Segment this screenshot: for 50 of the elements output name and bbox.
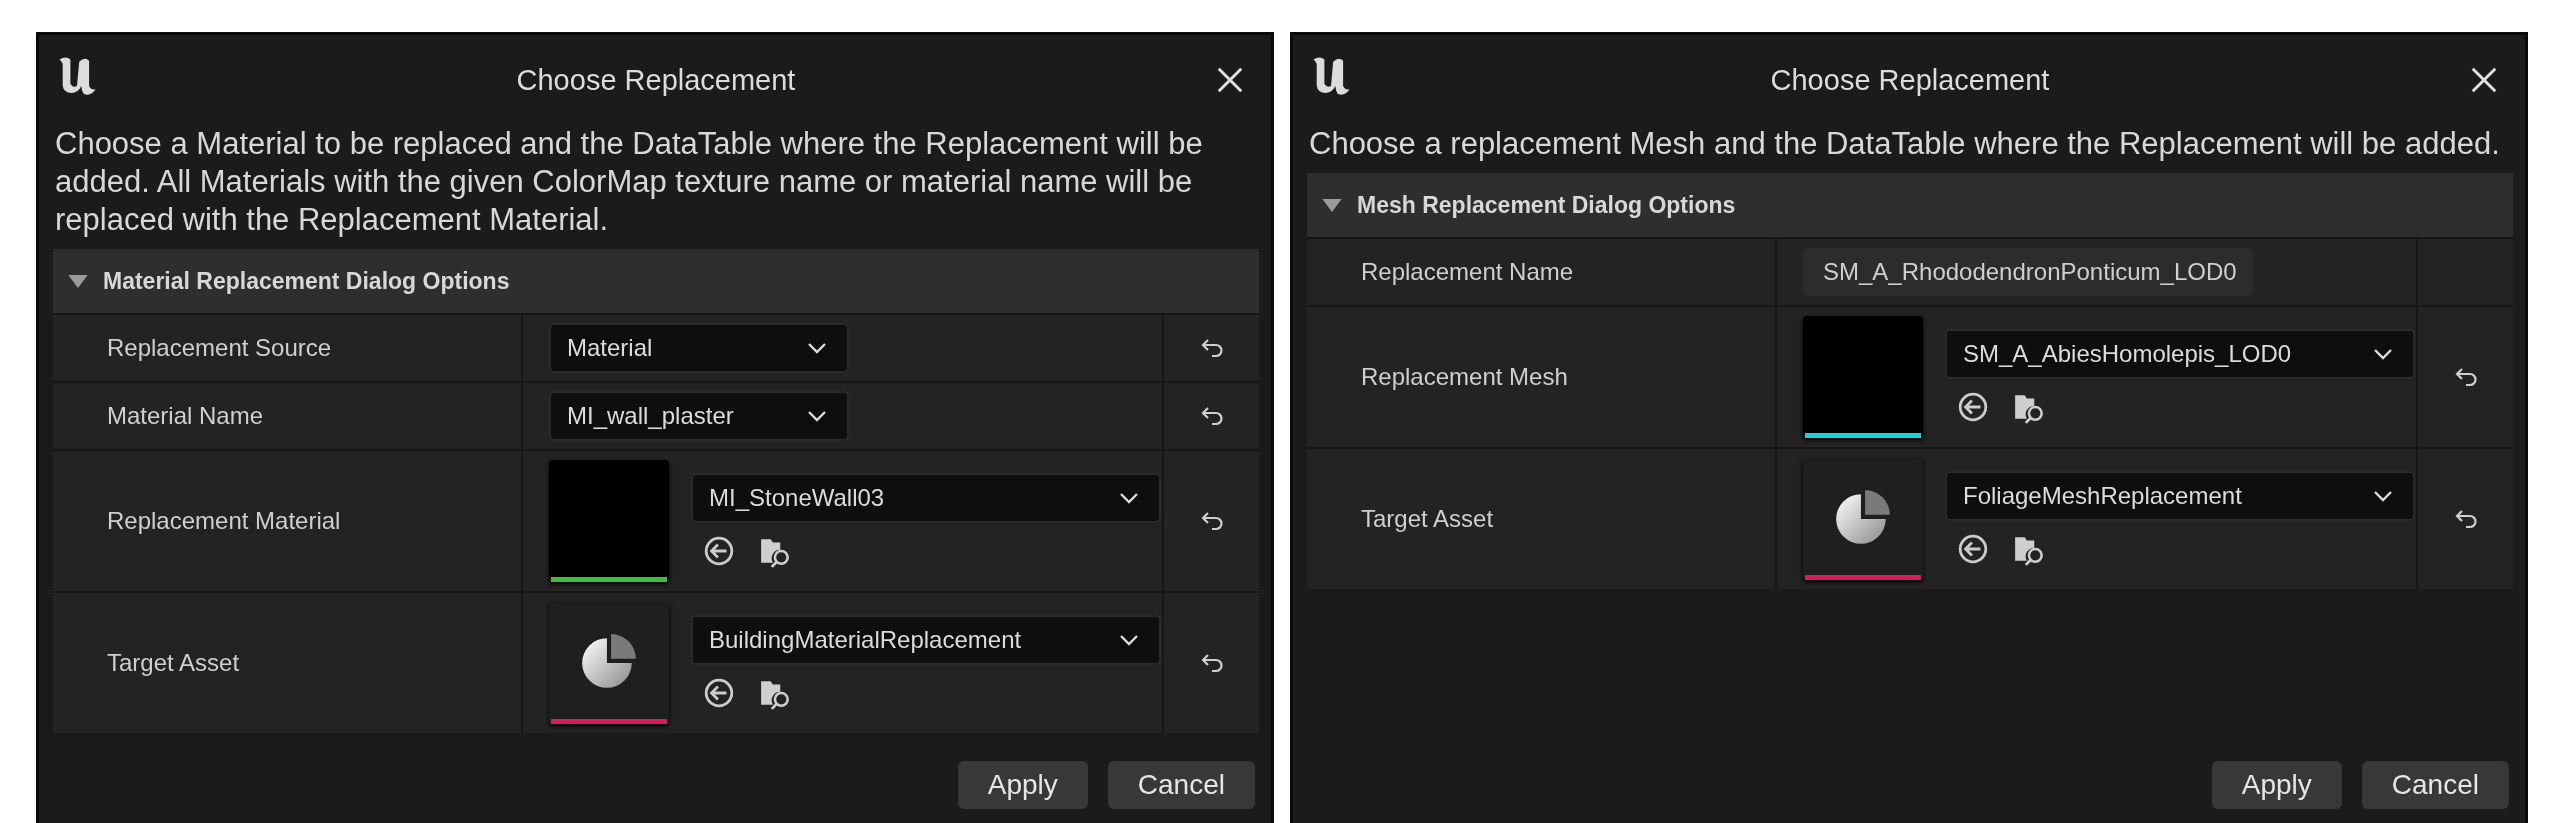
expand-triangle-icon [1321, 197, 1343, 213]
asset-thumbnail[interactable] [549, 602, 669, 724]
use-selected-icon[interactable] [703, 535, 735, 567]
property-label: Target Asset [1361, 505, 1494, 533]
property-label: Replacement Source [107, 334, 332, 362]
dropdown[interactable]: MI_wall_plaster [549, 391, 849, 441]
reset-arrow-icon[interactable] [1199, 511, 1224, 531]
reset-arrow-icon[interactable] [2453, 367, 2478, 387]
window-title: Choose Replacement [1770, 63, 2050, 97]
reset-arrow-icon[interactable] [1199, 338, 1224, 358]
dialog-button[interactable]: Cancel [1107, 761, 1255, 809]
chevron-icon [1119, 492, 1139, 504]
description-text: Choose a replacement Mesh and the DataTable where the Replacement will be added. [1308, 125, 2501, 163]
asset-thumbnail[interactable] [1803, 458, 1923, 580]
chevron-icon [1119, 634, 1139, 646]
property-label: Target Asset [107, 649, 240, 677]
chevron-icon [2373, 490, 2393, 502]
asset-dropdown[interactable]: BuildingMaterialReplacement [691, 615, 1161, 665]
asset-dropdown[interactable]: MI_StoneWall03 [691, 473, 1161, 523]
asset-dropdown[interactable]: FoliageMeshReplacement [1945, 471, 2415, 521]
window-title: Choose Replacement [516, 63, 796, 97]
dropdown[interactable]: Material [549, 323, 849, 373]
use-selected-icon[interactable] [1957, 533, 1989, 565]
reset-arrow-icon[interactable] [2453, 509, 2478, 529]
use-selected-icon[interactable] [1957, 391, 1989, 423]
chevron-icon [807, 342, 827, 354]
asset-thumbnail[interactable] [549, 460, 669, 582]
property-label: Material Name [107, 402, 264, 430]
dialog-button[interactable]: Apply [2211, 761, 2342, 809]
use-selected-icon[interactable] [703, 677, 735, 709]
asset-thumbnail[interactable] [1803, 316, 1923, 438]
close-icon[interactable] [2469, 65, 2499, 95]
close-icon[interactable] [1215, 65, 1245, 95]
dialog-button[interactable]: Cancel [2361, 761, 2509, 809]
chevron-icon [807, 410, 827, 422]
property-label: Replacement Mesh [1361, 363, 1568, 391]
property-label: Replacement Name [1361, 258, 1574, 286]
dialog-button[interactable]: Apply [957, 761, 1088, 809]
section-title: Mesh Replacement Dialog Options [1357, 191, 1736, 219]
reset-arrow-icon[interactable] [1199, 406, 1224, 426]
section-title: Material Replacement Dialog Options [103, 267, 510, 295]
section-header[interactable]: Material Replacement Dialog Options [53, 249, 1259, 313]
text-field[interactable]: SM_A_RhododendronPonticum_LOD0 [1803, 248, 2253, 296]
asset-dropdown[interactable]: SM_A_AbiesHomolepis_LOD0 [1945, 329, 2415, 379]
reset-arrow-icon[interactable] [1199, 653, 1224, 673]
property-label: Replacement Material [107, 507, 341, 535]
chevron-icon [2373, 348, 2393, 360]
expand-triangle-icon [67, 273, 89, 289]
section-header[interactable]: Mesh Replacement Dialog Options [1307, 173, 2513, 237]
description-text: Choose a Material to be replaced and the DataTable where the Replacement will be added. All Materials with the given ColorMap texture name or material name will be replaced with the Replacement Material. [54, 125, 1204, 239]
